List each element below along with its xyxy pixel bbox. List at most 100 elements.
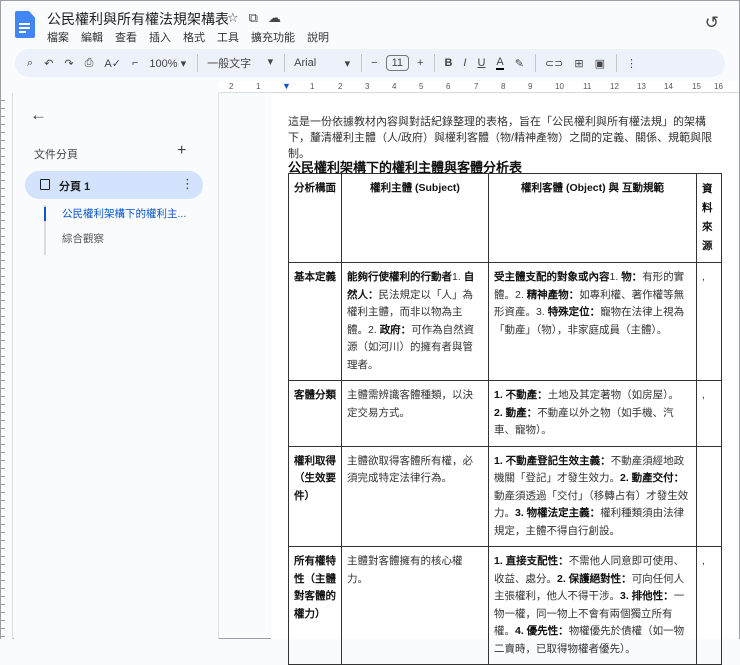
paint-format-icon[interactable]: ⌐ [132,57,138,69]
table-row: 權利取得（生效要件） 主體欲取得客體所有權，必須完成特定法律行為。 1. 不動產登記… [288,445,722,547]
cell-text: 精神產物： [526,288,580,301]
more-options-icon[interactable]: ⋮ [626,57,637,70]
cell-text: 受主體支配的對象或內容 [494,271,610,283]
insert-image-icon[interactable]: ▣ [595,57,605,70]
ruler-tick-label: 12 [610,82,619,91]
cell-text: 1. [609,271,622,283]
object-cell[interactable]: 1. 直接支配性：不需他人同意即可使用、收益、處分。2. 保護絕對性：可向任何人… [488,546,697,665]
table-header-row: 分析構面 權利主體 (Subject) 權利客體 (Object) 與 互動規範… [288,173,722,263]
cell-text: 1. 直接支配性： [494,555,569,567]
undo-icon[interactable]: ↶ [44,57,53,70]
highlight-icon[interactable]: ✎ [515,57,524,70]
menu-item[interactable]: 工具 [217,29,239,45]
dimension-cell[interactable]: 客體分類 [288,380,342,447]
ruler-tick-label: 7 [474,82,479,91]
outline-item[interactable]: 公民權利架構下的權利主... [43,205,186,230]
version-history-icon[interactable]: ↺ [705,13,719,33]
indent-marker[interactable]: ▼ [282,81,291,91]
vertical-ruler[interactable] [1,93,13,639]
menu-item[interactable]: 插入 [149,29,171,45]
dimension-cell[interactable]: 權利取得（生效要件） [288,445,342,547]
ruler-tick-label: 6 [446,82,451,91]
font-select[interactable]: Arial ▾ [294,57,350,70]
intro-paragraph: 這是一份依據教材內容與對話紀錄整理的表格，旨在「公民權利與所有權法規」的架構下，… [288,116,713,160]
increase-font-size-button[interactable]: + [417,57,423,69]
zoom-select[interactable]: 100% ▾ [149,57,186,70]
search-menus-icon[interactable]: ⌕ [27,57,33,70]
cell-text: 2. 動產交付： [620,472,685,484]
cell-text: 政府： [379,323,412,336]
ruler-tick-label: 1 [256,82,261,91]
object-cell[interactable]: 1. 不動產登記生效主義：不動產須經地政機關「登記」才發生效力。2. 動產交付：… [488,445,697,547]
cell-text: 1. 不動產登記生效主義： [494,454,611,467]
link-icon[interactable]: ⊂⊃ [545,57,563,70]
ruler-tick-label: 8 [501,82,506,91]
analysis-table: 分析構面 權利主體 (Subject) 權利客體 (Object) 與 互動規範… [288,173,722,665]
cell-text: 物： [621,271,643,283]
menu-item[interactable]: 檔案 [47,29,69,45]
source-cell[interactable]: , [696,262,722,381]
cell-text: 能夠行使權利的行動者 [347,271,452,283]
subject-cell[interactable]: 能夠行使權利的行動者1. 自然人：民法規定以「人」為權利主體，而非以物為主體。2… [341,262,489,381]
menu-item[interactable]: 擴充功能 [251,29,295,45]
ruler-tick-label: 11 [583,82,592,91]
menu-item[interactable]: 格式 [183,29,205,45]
sidebar-heading: 文件分頁 [34,149,78,161]
source-cell[interactable] [696,445,722,547]
ruler-tick-label: 10 [555,82,564,91]
dimension-cell[interactable]: 基本定義 [288,262,342,381]
text-color-icon[interactable]: A [496,56,504,70]
column-header: 權利客體 (Object) 與 互動規範 [488,173,697,263]
move-folder-icon[interactable]: ⧉ [249,10,258,26]
menu-item[interactable]: 說明 [307,29,329,45]
back-arrow-icon[interactable]: ← [30,105,47,125]
subject-cell[interactable]: 主體需辨識客體種類，以決定交易方式。 [341,380,489,447]
column-header: 分析構面 [288,173,342,263]
cloud-status-icon[interactable]: ☁ [268,10,281,26]
outline-item[interactable]: 綜合觀察 [62,230,186,255]
document-outline: 公民權利架構下的權利主... 綜合觀察 [43,205,186,255]
tab-label: 分頁 1 [59,181,91,193]
menu-item[interactable]: 編輯 [81,29,103,45]
font-size-input[interactable]: 11 [385,55,409,71]
cell-text: 4. 優先性： [515,625,569,637]
dimension-cell[interactable]: 所有權特性（主體對客體的權力） [288,546,342,665]
tab-options-icon[interactable]: ⋮ [181,176,194,192]
object-cell[interactable]: 1. 不動產：土地及其定著物（如房屋）。 2. 動產：不動產以外之物（如手機、汽車… [488,380,697,447]
underline-icon[interactable]: U [477,57,485,69]
style-select[interactable]: 一般文字 ▾ [207,55,273,71]
ruler-tick-label: 2 [229,82,234,91]
table-row: 客體分類 主體需辨識客體種類，以決定交易方式。 1. 不動產：土地及其定著物（如房屋… [288,380,722,447]
cell-text: 特殊定位： [547,306,601,318]
source-cell[interactable]: , [696,546,722,665]
ruler-tick-label: 9 [528,82,533,91]
print-icon[interactable]: ⎙ [85,57,94,70]
source-cell[interactable]: , [696,380,722,447]
menu-bar: 檔案 編輯 查看 插入 格式 工具 擴充功能 說明 [47,29,329,45]
redo-icon[interactable]: ↷ [64,57,73,70]
object-cell[interactable]: 受主體支配的對象或內容1. 物：有形的實體。2. 精神產物：如專利權、著作權等無… [488,262,697,381]
ruler-tick-label: 5 [419,82,424,91]
sidebar-tab-1[interactable]: 分頁 1 ⋮ [25,171,203,199]
toolbar: ⌕ ↶ ↷ ⎙ A✓ ⌐ 100% ▾ 一般文字 ▾ Arial ▾ − 11 + … [15,49,725,77]
cell-text: 主體對客體擁有的核心權力。 [347,555,463,585]
table-row: 所有權特性（主體對客體的權力） 主體對客體擁有的核心權力。 1. 直接支配性：不需他… [288,546,722,665]
ruler-tick-label: 4 [392,82,397,91]
docs-logo-icon[interactable] [15,11,35,38]
add-comment-icon[interactable]: ⊞ [574,57,583,70]
bold-icon[interactable]: B [444,57,452,69]
app-header: 公民權利與所有權法規架構表 ☆ ⧉ ☁ 檔案 編輯 查看 插入 格式 工具 擴充功能 說明 ↺ [1,1,739,47]
document-tabs-sidebar: ← 文件分頁 + 分頁 1 ⋮ 公民權利架構下的權利主... 綜合觀察 [14,93,219,639]
ruler-tick-label: 3 [365,82,370,91]
menu-item[interactable]: 查看 [115,29,137,45]
spellcheck-icon[interactable]: A✓ [104,57,121,70]
document-tab-icon [40,179,50,190]
subject-cell[interactable]: 主體欲取得客體所有權，必須完成特定法律行為。 [341,445,489,547]
horizontal-ruler[interactable]: 2 1 1 2 3 4 5 6 7 8 9 10 11 12 13 14 15 16 ▼ [219,81,739,93]
subject-cell[interactable]: 主體對客體擁有的核心權力。 [341,546,489,665]
star-icon[interactable]: ☆ [227,10,239,26]
decrease-font-size-button[interactable]: − [371,57,377,69]
italic-icon[interactable]: I [463,57,466,69]
document-title[interactable]: 公民權利與所有權法規架構表 [47,9,229,29]
add-tab-icon[interactable]: + [177,142,186,160]
